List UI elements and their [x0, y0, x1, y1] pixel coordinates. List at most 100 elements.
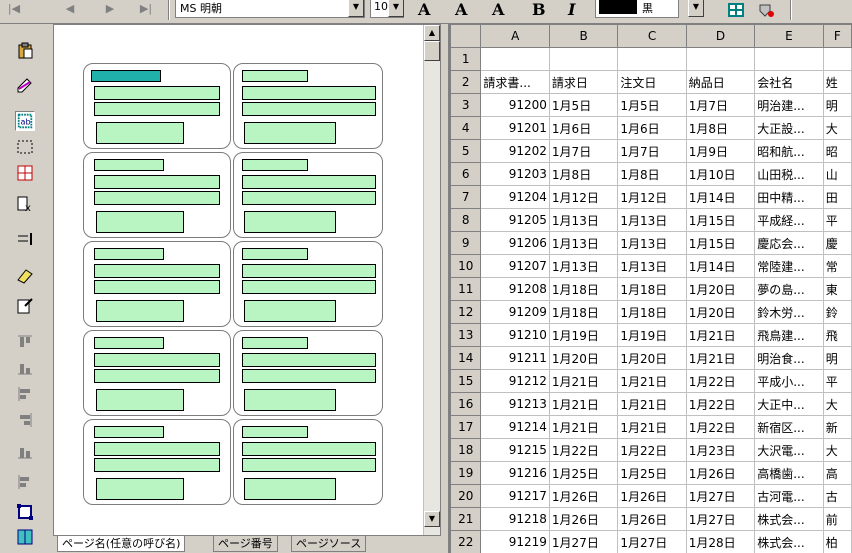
fit-icon[interactable] — [15, 502, 35, 522]
cell[interactable]: 昭 — [822, 139, 852, 163]
cell[interactable]: 1月6日 — [548, 116, 619, 140]
cell[interactable]: 91210 — [480, 323, 550, 347]
text-field[interactable] — [242, 280, 376, 294]
cell[interactable]: 大 — [822, 392, 852, 416]
cell[interactable]: 1月22日 — [685, 369, 756, 393]
cell[interactable]: 1月18日 — [617, 277, 687, 301]
row-header[interactable]: 10 — [450, 254, 482, 278]
cell[interactable]: 1月27日 — [548, 530, 619, 553]
cell[interactable]: 91203 — [480, 162, 550, 186]
cell[interactable]: 田 — [822, 185, 852, 209]
cell[interactable]: 1月19日 — [548, 323, 619, 347]
cell[interactable]: 請求日 — [548, 70, 619, 94]
text-field[interactable] — [96, 211, 184, 233]
text-field[interactable] — [242, 264, 376, 278]
cell[interactable]: 1月27日 — [685, 507, 756, 531]
text-field[interactable] — [94, 191, 220, 205]
cell[interactable]: 1月5日 — [617, 93, 687, 117]
cell[interactable]: 平 — [822, 369, 852, 393]
row-header[interactable]: 8 — [450, 208, 482, 232]
cell[interactable]: 1月27日 — [685, 484, 756, 508]
cell[interactable]: 山田税... — [754, 162, 824, 186]
cell[interactable]: 前 — [822, 507, 852, 531]
cell[interactable]: 91205 — [480, 208, 550, 232]
cell[interactable]: 新 — [822, 415, 852, 439]
cell[interactable]: 1月15日 — [685, 208, 756, 232]
row-header[interactable]: 7 — [450, 185, 482, 209]
cell[interactable]: 1月23日 — [685, 438, 756, 462]
font-name-select[interactable]: MS 明朝 — [175, 0, 365, 18]
cell[interactable]: 91204 — [480, 185, 550, 209]
cell[interactable]: 1月18日 — [548, 300, 619, 324]
cell[interactable]: 1月28日 — [685, 530, 756, 553]
text-field[interactable] — [242, 442, 376, 456]
text-field[interactable] — [94, 280, 220, 294]
cell[interactable]: 1月8日 — [685, 116, 756, 140]
label-card[interactable] — [233, 152, 383, 238]
tab-page-number[interactable]: ページ番号 — [213, 536, 278, 552]
cell[interactable]: 1月18日 — [617, 300, 687, 324]
cell[interactable]: 1月18日 — [548, 277, 619, 301]
align-icon[interactable] — [15, 230, 35, 250]
cell[interactable]: 1月10日 — [685, 162, 756, 186]
cell[interactable]: 91202 — [480, 139, 550, 163]
cell[interactable]: 会社名 — [754, 70, 824, 94]
cell[interactable]: 1月20日 — [685, 277, 756, 301]
cell[interactable]: 高橋歯... — [754, 461, 824, 485]
cell[interactable]: 新宿区... — [754, 415, 824, 439]
cell[interactable]: 1月13日 — [548, 231, 619, 255]
text-field[interactable] — [94, 353, 220, 367]
scroll-up-icon[interactable]: ▲ — [424, 25, 440, 41]
row-header[interactable]: 16 — [450, 392, 482, 416]
cell[interactable]: 1月25日 — [617, 461, 687, 485]
row-header[interactable]: 15 — [450, 369, 482, 393]
cell[interactable]: 古河電... — [754, 484, 824, 508]
text-field[interactable] — [242, 369, 376, 383]
cell[interactable]: 常陸建... — [754, 254, 824, 278]
row-header[interactable]: 6 — [450, 162, 482, 186]
align-right-icon[interactable] — [15, 410, 35, 430]
paint-icon[interactable] — [756, 1, 776, 19]
next-page-icon[interactable]: ▶ — [100, 2, 120, 16]
cell[interactable]: 明 — [822, 346, 852, 370]
cell[interactable]: 常 — [822, 254, 852, 278]
cell[interactable]: 1月21日 — [617, 369, 687, 393]
cell[interactable] — [480, 47, 550, 71]
cell[interactable]: 1月13日 — [548, 208, 619, 232]
grid-icon[interactable] — [15, 163, 35, 183]
text-field[interactable] — [244, 300, 336, 322]
cell[interactable]: 納品日 — [685, 70, 756, 94]
cell[interactable]: 飛 — [822, 323, 852, 347]
cell[interactable]: 平 — [822, 208, 852, 232]
label-card[interactable] — [83, 241, 231, 327]
cell[interactable]: 1月7日 — [617, 139, 687, 163]
column-header[interactable]: A — [480, 24, 550, 48]
cell[interactable]: 1月26日 — [548, 507, 619, 531]
font-color-button[interactable]: A — [492, 0, 504, 19]
row-header[interactable]: 13 — [450, 323, 482, 347]
cell[interactable]: 1月25日 — [548, 461, 619, 485]
cell[interactable]: 91206 — [480, 231, 550, 255]
cell[interactable]: 大正中... — [754, 392, 824, 416]
row-header[interactable]: 21 — [450, 507, 482, 531]
italic-button[interactable]: I — [568, 0, 575, 19]
cell[interactable]: 高 — [822, 461, 852, 485]
scroll-down-icon[interactable]: ▼ — [424, 511, 440, 527]
cell[interactable]: 1月26日 — [548, 484, 619, 508]
cell[interactable]: 1月21日 — [548, 415, 619, 439]
cell[interactable]: 1月21日 — [617, 415, 687, 439]
row-header[interactable]: 19 — [450, 461, 482, 485]
cell[interactable]: 1月21日 — [685, 346, 756, 370]
delete-field-icon[interactable]: x — [15, 194, 35, 214]
bold-button[interactable]: B — [532, 0, 546, 19]
cell[interactable]: 姓 — [822, 70, 852, 94]
cell[interactable]: 慶 — [822, 231, 852, 255]
cell[interactable]: 1月8日 — [548, 162, 619, 186]
cell[interactable] — [822, 47, 852, 71]
cell[interactable]: 1月21日 — [548, 369, 619, 393]
text-field[interactable] — [94, 426, 164, 438]
cell[interactable]: 平成経... — [754, 208, 824, 232]
paste-icon[interactable] — [15, 40, 35, 60]
cell[interactable]: 請求書... — [480, 70, 550, 94]
cell[interactable]: 91217 — [480, 484, 550, 508]
